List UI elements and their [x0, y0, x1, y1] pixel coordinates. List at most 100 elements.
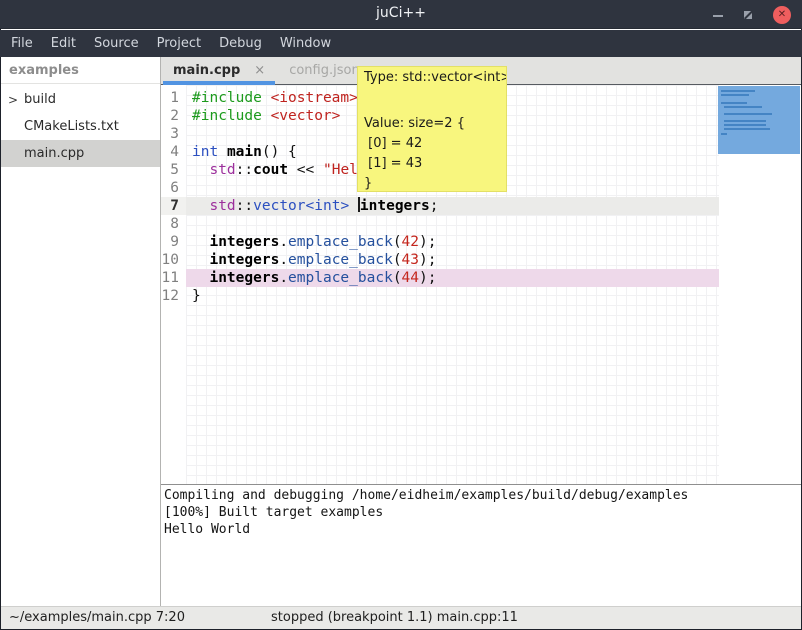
tooltip-value-line: [0] = 42: [364, 134, 506, 154]
minimap-code-line: [721, 90, 755, 92]
code-token: <iostream>: [271, 90, 358, 106]
menu-item-window[interactable]: Window: [271, 30, 340, 57]
output-line: Compiling and debugging /home/eidheim/ex…: [164, 487, 801, 504]
code-text[interactable]: }: [186, 287, 719, 305]
tree-item-label: CMakeLists.txt: [24, 119, 119, 134]
code-line-12: 12}: [161, 287, 719, 305]
tooltip-value-block: Value: size=2 { [0] = 42 [1] = 43}: [364, 114, 506, 192]
code-token: .: [279, 270, 288, 286]
code-token: cout: [253, 162, 288, 178]
menu-item-edit[interactable]: Edit: [42, 30, 85, 57]
window-title: juCi++: [0, 5, 802, 21]
line-number: 10: [161, 251, 186, 269]
code-token: .: [279, 234, 288, 250]
minimap-code-line: [721, 102, 747, 104]
sidebar-item-build[interactable]: >build: [1, 86, 160, 113]
tab-close-icon[interactable]: ×: [254, 63, 265, 78]
chevron-right-icon[interactable]: >: [8, 93, 24, 107]
code-token: integers: [209, 234, 279, 250]
code-token: emplace_back: [288, 252, 393, 268]
build-output-panel[interactable]: Compiling and debugging /home/eidheim/ex…: [161, 484, 801, 606]
minimap-code-line: [724, 113, 772, 115]
restore-button[interactable]: [740, 7, 756, 23]
code-text[interactable]: [186, 215, 719, 233]
code-token: integers: [209, 252, 279, 268]
code-token: () {: [262, 144, 297, 160]
code-text[interactable]: integers.emplace_back(42);: [186, 233, 719, 251]
code-token: }: [192, 288, 201, 304]
code-token: [192, 252, 209, 268]
code-token: <<: [288, 162, 323, 178]
menu-item-project[interactable]: Project: [148, 30, 210, 57]
code-token: ;: [430, 198, 439, 214]
code-line-9: 9 integers.emplace_back(42);: [161, 233, 719, 251]
code-token: integers: [209, 270, 279, 286]
code-token: [349, 198, 358, 214]
code-line-7: 7 std::vector<int> integers;: [161, 197, 719, 215]
code-line-10: 10 integers.emplace_back(43);: [161, 251, 719, 269]
minimap[interactable]: [718, 86, 800, 154]
tooltip-value-line: Value: size=2 {: [364, 114, 506, 134]
close-icon: ✕: [773, 7, 791, 23]
menu-item-debug[interactable]: Debug: [210, 30, 271, 57]
code-token: [262, 108, 271, 124]
code-token: ::: [236, 162, 253, 178]
minimap-code-line: [721, 94, 749, 96]
code-token: 43: [402, 252, 419, 268]
output-line: [100%] Built target examples: [164, 504, 801, 521]
code-token: int: [192, 144, 218, 160]
code-token: #include: [192, 108, 262, 124]
line-number: 6: [161, 179, 186, 197]
code-token: std: [209, 198, 235, 214]
code-token: std: [209, 162, 235, 178]
tooltip-value-line: [1] = 43: [364, 154, 506, 174]
code-token: [192, 270, 209, 286]
code-token: (: [393, 252, 402, 268]
line-number: 1: [161, 89, 186, 107]
menubar: FileEditSourceProjectDebugWindow: [0, 30, 802, 57]
code-token: );: [419, 252, 436, 268]
minimize-button[interactable]: [710, 7, 726, 23]
code-token: [192, 234, 209, 250]
tab-label: main.cpp: [173, 63, 240, 78]
code-line-8: 8: [161, 215, 719, 233]
code-token: [192, 162, 209, 178]
sidebar-item-cmakelists-txt[interactable]: CMakeLists.txt: [1, 113, 160, 140]
code-text[interactable]: integers.emplace_back(43);: [186, 251, 719, 269]
code-token: (: [393, 270, 402, 286]
code-token: <vector>: [271, 108, 341, 124]
minimap-code-line: [724, 124, 766, 126]
status-debug-state: stopped (breakpoint 1.1) main.cpp:11: [271, 610, 518, 625]
line-number: 2: [161, 107, 186, 125]
menu-item-file[interactable]: File: [2, 30, 42, 57]
close-button[interactable]: ✕: [773, 6, 791, 24]
tab-label: config.json: [289, 63, 360, 78]
tab-main-cpp[interactable]: main.cpp ×: [161, 57, 277, 84]
code-token: ::: [236, 198, 253, 214]
code-text[interactable]: std::vector<int> integers;: [186, 197, 719, 215]
line-number: 4: [161, 143, 186, 161]
minimap-code-line: [724, 120, 766, 122]
file-tree-sidebar: examples >buildCMakeLists.txtmain.cpp: [1, 57, 160, 606]
tree-item-label: build: [24, 92, 56, 107]
statusbar: ~/examples/main.cpp 7:20 stopped (breakp…: [1, 606, 801, 629]
line-number: 11: [161, 269, 186, 287]
minimap-code-line: [724, 106, 762, 108]
code-token: .: [279, 252, 288, 268]
menu-item-source[interactable]: Source: [85, 30, 148, 57]
code-token: [218, 144, 227, 160]
code-token: emplace_back: [288, 234, 393, 250]
minimap-code-line: [724, 128, 770, 130]
debug-value-tooltip: Type: std::vector<int> Value: size=2 { […: [357, 66, 507, 192]
code-token: (: [393, 234, 402, 250]
code-text[interactable]: integers.emplace_back(44);: [186, 269, 719, 287]
sidebar-item-main-cpp[interactable]: main.cpp: [1, 140, 160, 167]
code-token: #include: [192, 90, 262, 106]
code-token: );: [419, 270, 436, 286]
output-line: Hello World: [164, 521, 801, 538]
code-token: );: [419, 234, 436, 250]
code-token: [262, 90, 271, 106]
code-token: [192, 198, 209, 214]
line-number: 9: [161, 233, 186, 251]
titlebar[interactable]: juCi++ ✕: [0, 0, 802, 29]
